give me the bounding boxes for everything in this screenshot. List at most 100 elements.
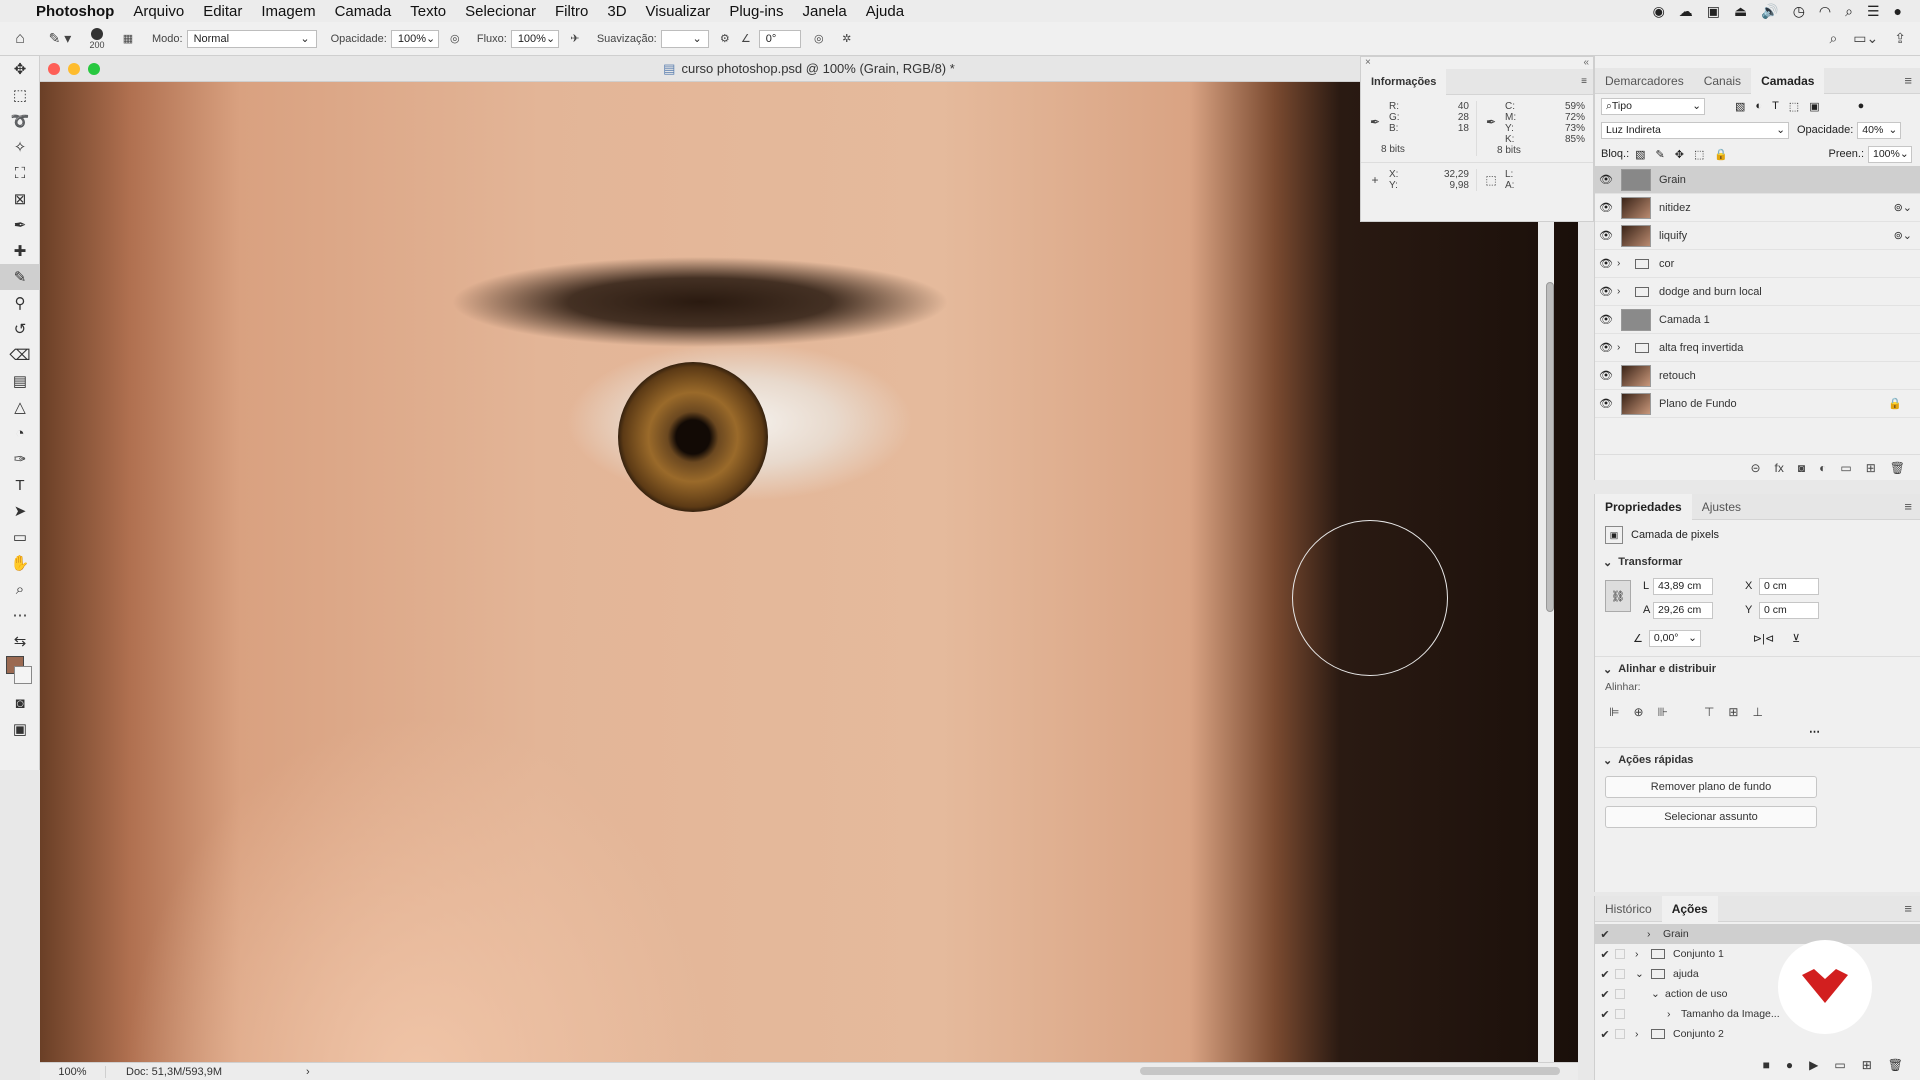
action-row[interactable]: ✔ › Grain: [1595, 924, 1920, 944]
dialog-toggle[interactable]: [1615, 949, 1625, 959]
filter-toggle-icon[interactable]: ●: [1858, 100, 1865, 112]
new-layer-icon[interactable]: ⊞: [1866, 461, 1876, 475]
menu-selecionar[interactable]: Selecionar: [465, 3, 536, 20]
align-left-icon[interactable]: ⊫: [1609, 705, 1619, 719]
chevron-right-icon[interactable]: ›: [1617, 286, 1629, 297]
tab-propriedades[interactable]: Propriedades: [1595, 493, 1692, 520]
swap-colors-icon[interactable]: ⇆: [0, 628, 40, 654]
fill-field[interactable]: 100% ⌄: [1868, 145, 1912, 163]
brush-preset[interactable]: 200: [80, 27, 114, 50]
flip-vertical-icon[interactable]: ⊻: [1792, 632, 1800, 645]
eye-icon[interactable]: 👁: [1595, 397, 1617, 410]
select-subject-button[interactable]: Selecionar assunto: [1605, 806, 1817, 828]
lock-pixels-icon[interactable]: ✎: [1656, 148, 1665, 161]
horizontal-scrollbar[interactable]: [310, 1063, 1578, 1080]
panel-menu-icon[interactable]: ≡: [1581, 76, 1593, 87]
lock-position-icon[interactable]: ✥: [1675, 148, 1684, 161]
trash-icon[interactable]: 🗑: [1888, 1058, 1903, 1072]
eye-icon[interactable]: 👁: [1595, 201, 1617, 214]
zoom-level[interactable]: 100%: [40, 1065, 106, 1078]
horizontal-scroll-thumb[interactable]: [1139, 1067, 1560, 1075]
quick-actions-section[interactable]: ⌄ Ações rápidas: [1595, 748, 1920, 772]
chevron-right-icon[interactable]: ›: [1647, 928, 1663, 940]
layer-row[interactable]: 👁 liquify ⊚⌄: [1595, 222, 1920, 250]
chevron-right-icon[interactable]: ›: [1635, 1028, 1649, 1040]
rectangle-tool-icon[interactable]: ▭: [0, 524, 40, 550]
align-bottom-icon[interactable]: ⊥: [1752, 705, 1762, 719]
control-center-icon[interactable]: ☰: [1867, 3, 1880, 20]
gradient-tool-icon[interactable]: ▤: [0, 368, 40, 394]
gear-icon[interactable]: ⚙: [713, 32, 737, 45]
layer-opacity-field[interactable]: 40% ⌄: [1857, 121, 1902, 139]
record-icon[interactable]: ●: [1786, 1058, 1793, 1072]
check-icon[interactable]: ✔: [1595, 1028, 1615, 1041]
screen-mode-icon[interactable]: ▣: [0, 716, 40, 742]
menu-app[interactable]: Photoshop: [36, 3, 114, 20]
brush-tool-icon[interactable]: ✎: [0, 264, 40, 290]
stop-icon[interactable]: ■: [1763, 1058, 1770, 1072]
eyedropper-tool-icon[interactable]: ✒: [0, 212, 40, 238]
pressure-size-icon[interactable]: ◎: [805, 32, 833, 45]
angle-field[interactable]: 0,00° ⌄: [1648, 629, 1701, 647]
lock-artboard-icon[interactable]: ⬚: [1694, 148, 1704, 161]
image-canvas[interactable]: [40, 82, 1578, 1062]
more-tools-icon[interactable]: ⋯: [0, 602, 40, 628]
check-icon[interactable]: ✔: [1595, 928, 1615, 941]
align-center-h-icon[interactable]: ⊕: [1633, 705, 1643, 719]
adjustment-layer-icon[interactable]: ◐: [1819, 461, 1826, 475]
app-icon[interactable]: ▣: [1707, 3, 1720, 20]
marquee-tool-icon[interactable]: ⬚: [0, 82, 40, 108]
menu-camada[interactable]: Camada: [335, 3, 392, 20]
tab-acoes[interactable]: Ações: [1661, 895, 1718, 922]
frame-tool-icon[interactable]: ⊠: [0, 186, 40, 212]
opacity-field[interactable]: 100% ⌄: [390, 29, 439, 48]
new-action-icon[interactable]: ⊞: [1862, 1058, 1872, 1072]
path-selection-tool-icon[interactable]: ➤: [0, 498, 40, 524]
eject-icon[interactable]: ⏏: [1734, 3, 1747, 20]
dodge-tool-icon[interactable]: ◔: [0, 420, 40, 446]
close-window-button[interactable]: [48, 63, 60, 75]
wifi-icon[interactable]: ◠: [1819, 3, 1831, 20]
vertical-scroll-thumb[interactable]: [1546, 282, 1554, 612]
menu-imagem[interactable]: Imagem: [261, 3, 315, 20]
x-field[interactable]: 0 cm: [1759, 577, 1819, 595]
record-icon[interactable]: ◉: [1653, 3, 1665, 20]
align-middle-v-icon[interactable]: ⊞: [1728, 705, 1738, 719]
healing-tool-icon[interactable]: ✚: [0, 238, 40, 264]
layer-row[interactable]: 👁 › cor: [1595, 250, 1920, 278]
zoom-window-button[interactable]: [88, 63, 100, 75]
menu-janela[interactable]: Janela: [803, 3, 847, 20]
check-icon[interactable]: ✔: [1595, 1008, 1615, 1021]
align-right-icon[interactable]: ⊪: [1658, 705, 1668, 719]
background-color[interactable]: [14, 666, 32, 684]
stamp-tool-icon[interactable]: ⚲: [0, 290, 40, 316]
brush-tool-icon[interactable]: ✎ ▾: [40, 30, 80, 47]
layer-row[interactable]: 👁 › dodge and burn local: [1595, 278, 1920, 306]
workspace-icon[interactable]: ▭⌄: [1853, 30, 1878, 47]
layer-row[interactable]: 👁 Camada 1: [1595, 306, 1920, 334]
chevron-right-icon[interactable]: ›: [1617, 258, 1629, 269]
search-icon[interactable]: ⌕: [1829, 30, 1837, 47]
layer-row[interactable]: 👁 retouch: [1595, 362, 1920, 390]
pen-tool-icon[interactable]: ✑: [0, 446, 40, 472]
filter-type-icon[interactable]: T: [1772, 100, 1779, 113]
chevron-down-icon[interactable]: ⌄: [1651, 988, 1665, 1000]
menu-arquivo[interactable]: Arquivo: [133, 3, 184, 20]
eye-icon[interactable]: 👁: [1595, 173, 1617, 186]
layer-filter-select[interactable]: ⌕ Tipo ⌄: [1601, 97, 1705, 115]
tab-informacoes[interactable]: Informações: [1361, 68, 1447, 95]
history-brush-tool-icon[interactable]: ↺: [0, 316, 40, 342]
align-top-icon[interactable]: ⊤: [1704, 705, 1714, 719]
transform-section[interactable]: ⌄ Transformar: [1595, 550, 1920, 574]
quick-mask-icon[interactable]: ◙: [0, 690, 40, 716]
tab-canais[interactable]: Canais: [1694, 68, 1751, 94]
menu-ajuda[interactable]: Ajuda: [866, 3, 904, 20]
tab-demarcadores[interactable]: Demarcadores: [1595, 68, 1694, 94]
check-icon[interactable]: ✔: [1595, 988, 1615, 1001]
panel-menu-icon[interactable]: ≡: [1904, 73, 1920, 88]
dialog-toggle[interactable]: [1615, 1009, 1625, 1019]
pressure-opacity-icon[interactable]: ◎: [443, 32, 467, 45]
chevron-down-icon[interactable]: ⌄: [1635, 968, 1649, 980]
width-field[interactable]: 43,89 cm: [1653, 577, 1713, 595]
filter-shape-icon[interactable]: ⬚: [1789, 100, 1799, 113]
